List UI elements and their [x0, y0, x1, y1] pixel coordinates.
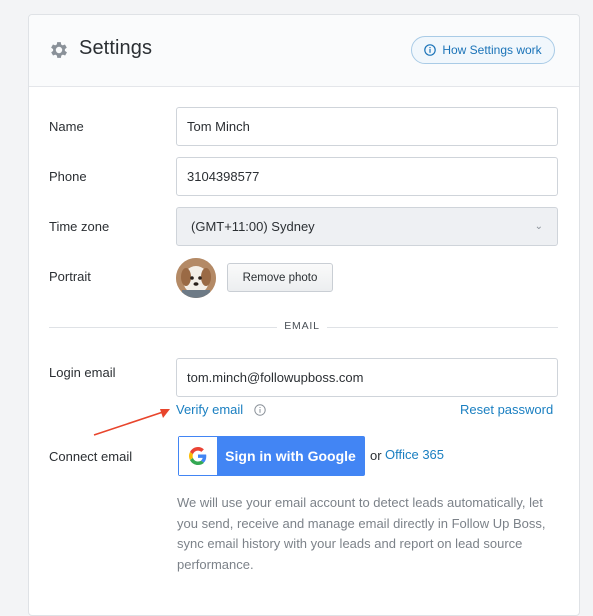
- name-input[interactable]: Tom Minch: [176, 107, 558, 146]
- connect-email-label: Connect email: [49, 449, 133, 464]
- connect-email-description: We will use your email account to detect…: [177, 495, 546, 572]
- office-365-link[interactable]: Office 365: [385, 447, 444, 462]
- annotation-arrow-icon: [93, 409, 170, 436]
- avatar-dog-image: [176, 258, 216, 298]
- phone-input[interactable]: 3104398577: [176, 157, 558, 196]
- email-section-heading: EMAIL: [277, 320, 327, 332]
- how-settings-work-button[interactable]: How Settings work: [411, 36, 555, 64]
- login-email-input[interactable]: tom.minch@followupboss.com: [176, 358, 558, 397]
- verify-email-link[interactable]: Verify email: [176, 402, 243, 417]
- portrait-label: Portrait: [49, 269, 91, 284]
- google-button-label: Sign in with Google: [225, 448, 356, 464]
- chevron-down-icon: ⌄: [534, 221, 543, 232]
- settings-header: Settings How Settings work: [29, 15, 579, 87]
- google-logo-icon: [179, 437, 217, 475]
- info-icon[interactable]: [254, 404, 266, 416]
- settings-panel: Settings How Settings work Name Tom Minc…: [28, 14, 580, 616]
- timezone-label: Time zone: [49, 219, 110, 234]
- info-icon: [424, 44, 437, 56]
- avatar: [176, 258, 216, 298]
- help-button-label: How Settings work: [442, 43, 542, 57]
- gear-icon: [51, 42, 67, 58]
- name-label: Name: [49, 119, 84, 134]
- or-text: or: [370, 448, 382, 463]
- login-email-label: Login email: [49, 365, 116, 380]
- timezone-select[interactable]: (GMT+11:00) Sydney ⌄: [176, 207, 558, 246]
- sign-in-with-google-button[interactable]: Sign in with Google: [178, 436, 365, 476]
- page-title: Settings: [79, 37, 153, 59]
- phone-label: Phone: [49, 169, 87, 184]
- reset-password-link[interactable]: Reset password: [460, 402, 553, 417]
- remove-photo-button[interactable]: Remove photo: [227, 263, 333, 292]
- timezone-value: (GMT+11:00) Sydney: [191, 219, 315, 234]
